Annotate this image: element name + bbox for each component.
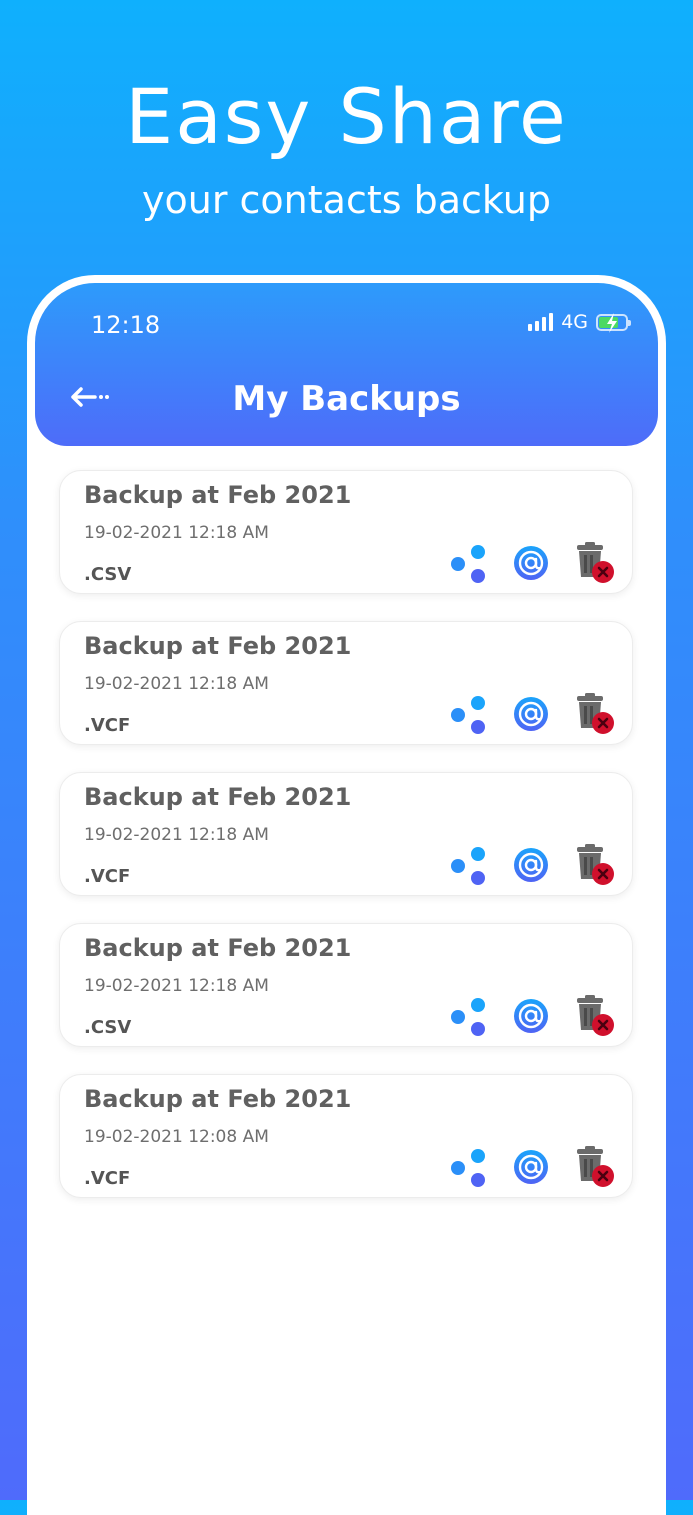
delete-trash-icon[interactable] (574, 1145, 616, 1189)
promo-subtitle: your contacts backup (142, 178, 551, 222)
share-icon[interactable] (450, 545, 488, 583)
delete-trash-icon[interactable] (574, 541, 616, 585)
backup-date: 19-02-2021 12:18 AM (84, 825, 269, 845)
delete-trash-icon[interactable] (574, 994, 616, 1038)
share-icon[interactable] (450, 847, 488, 885)
backup-card[interactable]: Backup at Feb 2021 19-02-2021 12:18 AM .… (59, 621, 633, 745)
backup-title: Backup at Feb 2021 (84, 934, 352, 962)
backup-title: Backup at Feb 2021 (84, 1085, 352, 1113)
email-at-icon[interactable] (513, 998, 549, 1034)
status-indicators: 4G (528, 311, 631, 333)
delete-trash-icon[interactable] (574, 692, 616, 736)
email-at-icon[interactable] (513, 1149, 549, 1185)
backup-date: 19-02-2021 12:18 AM (84, 523, 269, 543)
backup-title: Backup at Feb 2021 (84, 481, 352, 509)
backup-date: 19-02-2021 12:08 AM (84, 1127, 269, 1147)
backup-date: 19-02-2021 12:18 AM (84, 674, 269, 694)
backup-file-type: .VCF (84, 866, 131, 887)
share-icon[interactable] (450, 1149, 488, 1187)
email-at-icon[interactable] (513, 847, 549, 883)
backup-card[interactable]: Backup at Feb 2021 19-02-2021 12:18 AM .… (59, 772, 633, 896)
app-bar: 12:18 4G My Backups (35, 283, 658, 446)
backup-title: Backup at Feb 2021 (84, 783, 352, 811)
network-label: 4G (561, 311, 588, 333)
backup-card[interactable]: Backup at Feb 2021 19-02-2021 12:18 AM .… (59, 470, 633, 594)
backup-card[interactable]: Backup at Feb 2021 19-02-2021 12:18 AM .… (59, 923, 633, 1047)
share-icon[interactable] (450, 998, 488, 1036)
email-at-icon[interactable] (513, 696, 549, 732)
backup-card[interactable]: Backup at Feb 2021 19-02-2021 12:08 AM .… (59, 1074, 633, 1198)
delete-trash-icon[interactable] (574, 843, 616, 887)
backup-file-type: .CSV (84, 1017, 132, 1038)
backup-list: Backup at Feb 2021 19-02-2021 12:18 AM .… (59, 470, 633, 1225)
signal-icon (528, 313, 554, 331)
backup-title: Backup at Feb 2021 (84, 632, 352, 660)
backup-date: 19-02-2021 12:18 AM (84, 976, 269, 996)
backup-file-type: .VCF (84, 1168, 131, 1189)
backup-file-type: .CSV (84, 564, 132, 585)
share-icon[interactable] (450, 696, 488, 734)
promo-title: Easy Share (125, 72, 568, 161)
page-title: My Backups (232, 379, 461, 419)
email-at-icon[interactable] (513, 545, 549, 581)
phone-frame: 12:18 4G My Backups Backup at Feb 2021 1… (27, 275, 666, 1515)
battery-icon (596, 312, 631, 333)
status-time: 12:18 (91, 311, 161, 339)
backup-file-type: .VCF (84, 715, 131, 736)
